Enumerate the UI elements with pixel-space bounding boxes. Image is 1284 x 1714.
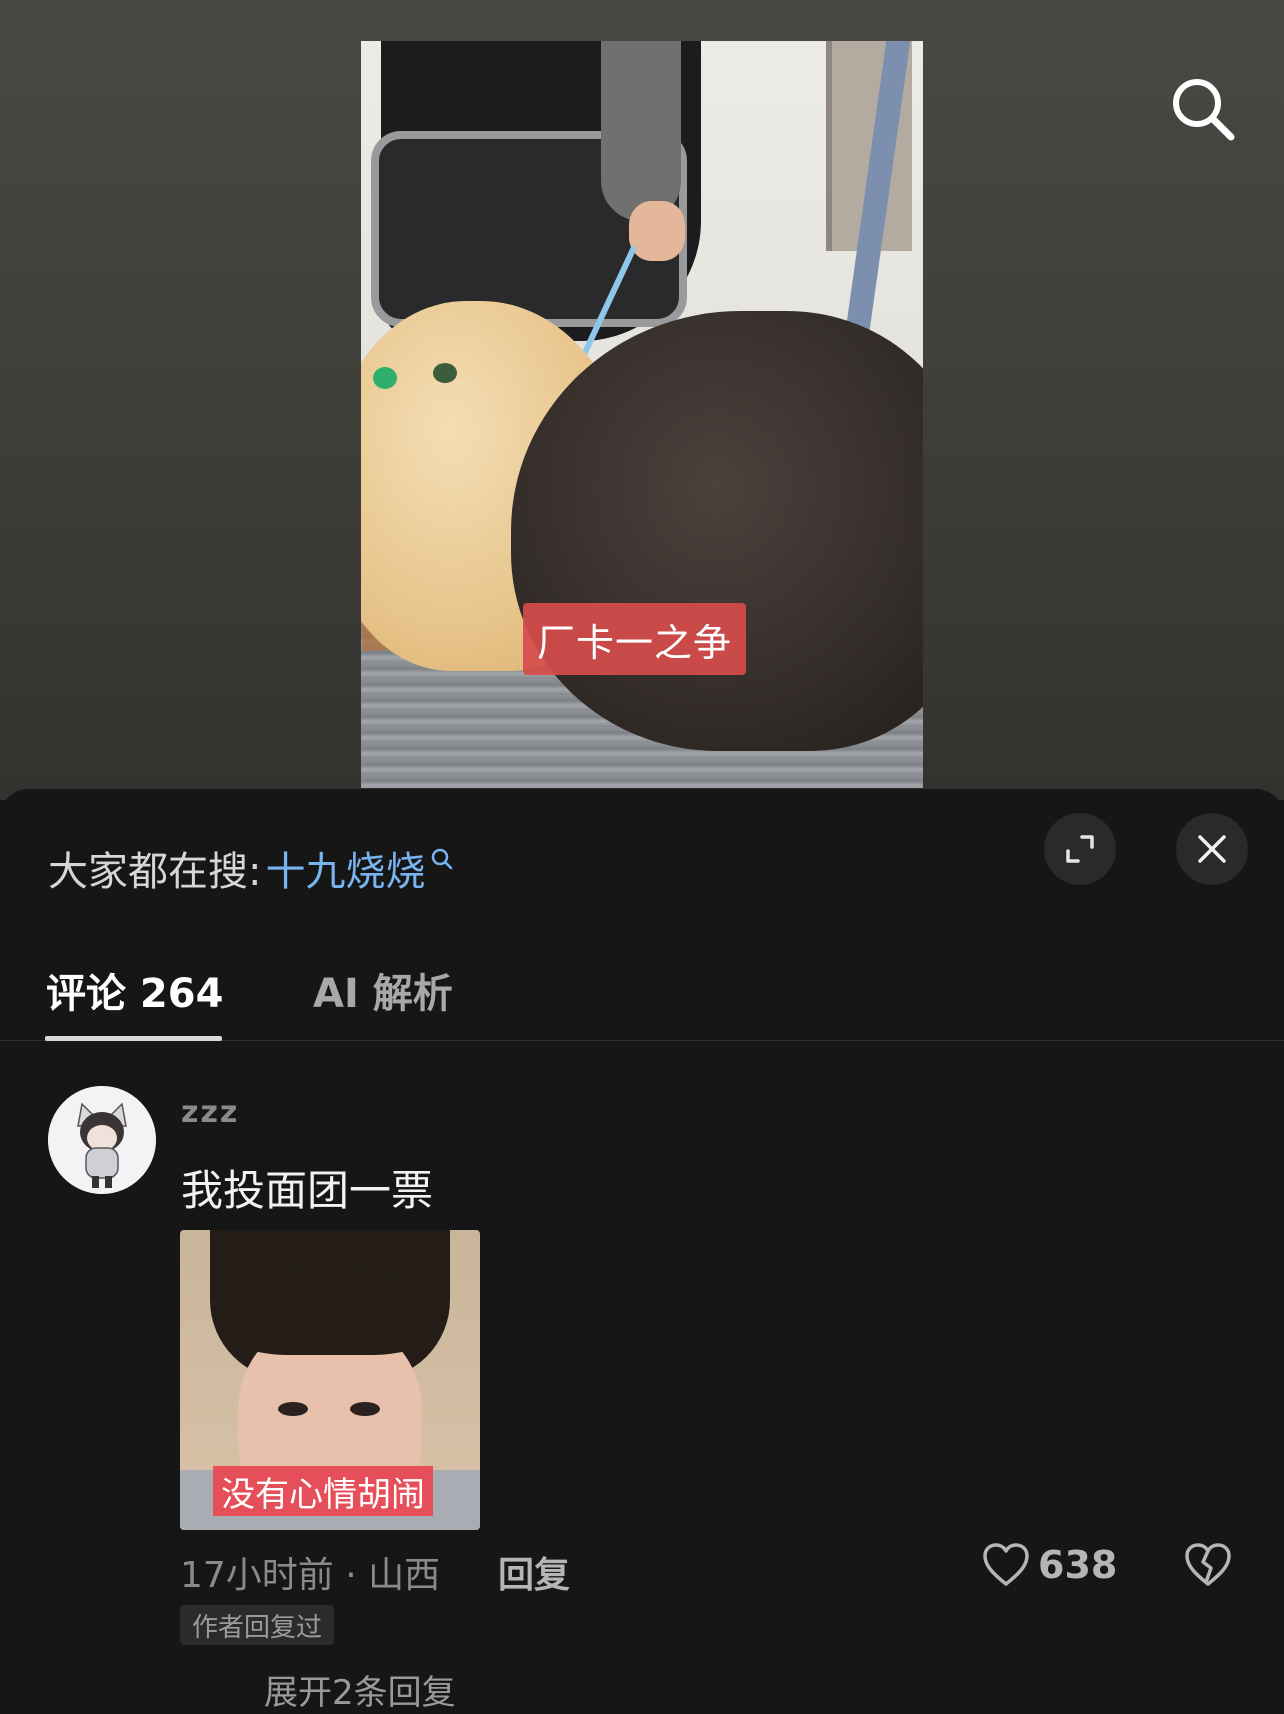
like-count: 638 <box>1038 1543 1118 1587</box>
reply-button[interactable]: 回复 <box>498 1546 570 1598</box>
like-button[interactable]: 638 <box>982 1542 1117 1588</box>
active-tab-indicator <box>45 1036 222 1041</box>
broken-heart-icon <box>1185 1543 1231 1586</box>
video-scene-sleeve <box>601 41 681 221</box>
tab-comments[interactable]: 评论 264 <box>46 939 223 1040</box>
avatar[interactable] <box>48 1086 156 1194</box>
sheet-tabs: 评论 264 AI 解析 <box>0 939 1284 1041</box>
comment-username[interactable]: zzz <box>181 1095 239 1130</box>
heart-icon <box>983 1543 1029 1586</box>
video-caption: 厂卡一之争 <box>523 603 747 675</box>
expand-button[interactable] <box>1044 813 1116 885</box>
comment-sheet: 大家都在搜: 十九烧烧 评论 264 AI 解析 zzz 我投面团一票 没有心情… <box>0 789 1284 1713</box>
comment-text: 我投面团一票 <box>181 1166 434 1215</box>
expand-icon <box>1066 835 1094 863</box>
search-suggestion: 大家都在搜: 十九烧烧 <box>48 839 455 897</box>
close-button[interactable] <box>1176 813 1248 885</box>
search-icon <box>1173 79 1235 141</box>
author-replied-badge: 作者回复过 <box>180 1605 335 1645</box>
suggestion-label: 大家都在搜: <box>48 849 262 895</box>
suggestion-keyword-link[interactable]: 十九烧烧 <box>265 839 455 897</box>
comment-image[interactable]: 没有心情胡闹 <box>180 1230 480 1530</box>
comment-meta: 17小时前 · 山西 <box>180 1555 441 1596</box>
close-icon <box>1198 835 1226 863</box>
video-scene-cat-eye <box>433 363 457 383</box>
avatar-illustration <box>48 1086 156 1194</box>
video-scene-cat-eye <box>373 367 397 389</box>
video-player[interactable]: 厂卡一之争 <box>361 41 923 788</box>
tab-ai-analysis[interactable]: AI 解析 <box>313 939 453 1040</box>
video-scene-hand <box>629 201 685 261</box>
search-button[interactable] <box>1168 74 1238 144</box>
comment-image-caption: 没有心情胡闹 <box>213 1466 433 1516</box>
comment-image-eye <box>350 1402 380 1416</box>
video-background[interactable]: 厂卡一之争 <box>0 0 1284 800</box>
search-small-icon <box>432 848 453 870</box>
dislike-button[interactable] <box>1184 1542 1232 1592</box>
comment-image-fringe <box>225 1270 435 1355</box>
comment-image-eye <box>278 1402 308 1416</box>
expand-replies-link[interactable]: 展开2条回复 <box>264 1665 456 1714</box>
suggestion-keyword: 十九烧烧 <box>265 849 426 895</box>
